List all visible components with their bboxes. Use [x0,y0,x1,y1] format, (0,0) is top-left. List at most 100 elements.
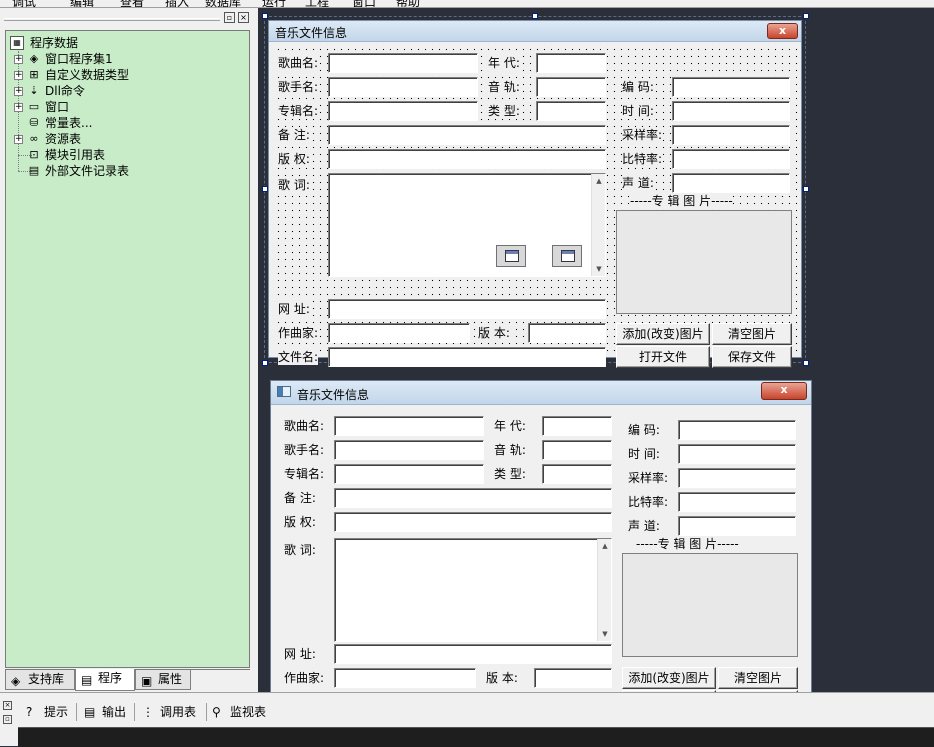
menu-item-insert[interactable]: 插入 [165,0,189,7]
tab-watch[interactable]: ⚲ 监视表 [208,701,266,723]
bitrate-field[interactable] [672,149,790,169]
channel-field[interactable] [672,173,790,193]
expand-icon[interactable]: + [14,71,23,80]
menu-item-database[interactable]: 数据库 [205,0,241,7]
label-channel: 声 道: [622,175,654,191]
composer-field[interactable] [328,323,470,343]
window-icon: ▭ [28,100,40,113]
version-field[interactable] [528,323,606,343]
scroll-down-icon[interactable]: ▼ [598,627,612,641]
composer-field[interactable] [334,668,476,688]
menu-item-debug[interactable]: 调试 [12,0,36,7]
menu-item-edit[interactable]: 编辑 [70,0,94,7]
designer-titlebar[interactable]: 音乐文件信息 x [269,21,801,42]
genre-field[interactable] [536,101,606,121]
url-field[interactable] [328,299,606,319]
constants-icon: ⛁ [29,116,39,129]
resize-handle[interactable] [803,186,809,192]
save-file-button[interactable]: 保存文件 [712,346,792,368]
label-album: 专辑名: [284,466,325,482]
close-icon[interactable]: × [238,12,249,23]
song-field[interactable] [334,416,484,436]
restore-icon[interactable]: ▫ [224,12,235,23]
close-icon[interactable]: x [761,382,807,400]
track-field[interactable] [542,440,612,460]
track-field[interactable] [536,77,606,97]
expand-icon[interactable]: + [14,103,23,112]
type-icon: ⊞ [29,68,39,81]
tab-hints[interactable]: ? 提示 [22,701,68,723]
genre-field[interactable] [542,464,612,484]
album-art-box[interactable] [622,553,798,657]
scroll-up-icon[interactable]: ▲ [592,174,606,188]
copyright-field[interactable] [328,149,606,169]
samplerate-field[interactable] [672,125,790,145]
menu-item-view[interactable]: 查看 [120,0,144,7]
tab-output[interactable]: ▤ 输出 [80,701,126,723]
preview-window: 音乐文件信息 x 歌曲名: 年 代: 歌手名: 音 轨: 专辑名: 类 型: 备… [270,380,812,726]
library-icon: ◈ [11,674,21,688]
tab-properties[interactable]: ▣ 属性 [135,670,191,690]
time-field[interactable] [678,444,796,464]
tab-program[interactable]: ▤ 程序 [75,669,135,691]
artist-field[interactable] [334,440,484,460]
filename-field[interactable] [328,347,606,367]
clear-image-button[interactable]: 清空图片 [718,667,798,689]
note-field[interactable] [334,488,612,508]
time-field[interactable] [672,101,790,121]
label-song: 歌曲名: [284,418,325,434]
menu-bar: 调试 编辑 查看 插入 数据库 运行 工程 窗口 帮助 [0,0,934,8]
magnifier-icon: ⚲ [212,705,221,719]
copyright-field[interactable] [334,512,612,532]
restore-icon[interactable]: ▫ [3,715,12,724]
scroll-down-icon[interactable]: ▼ [592,262,606,276]
year-field[interactable] [536,53,606,73]
lyrics-scrollbar[interactable]: ▲ ▼ [597,539,611,641]
album-field[interactable] [334,464,484,484]
url-field[interactable] [334,644,612,664]
clear-image-button[interactable]: 清空图片 [712,323,792,345]
album-art-box[interactable] [616,210,792,314]
output-area[interactable] [18,727,934,747]
tab-support-library[interactable]: ◈ 支持库 [5,670,75,690]
version-field[interactable] [534,668,612,688]
encoding-field[interactable] [678,420,796,440]
add-image-button[interactable]: 添加(改变)图片 [622,667,716,689]
resize-handle[interactable] [532,13,538,19]
scroll-up-icon[interactable]: ▲ [598,539,612,553]
resize-handle[interactable] [262,13,268,19]
bitrate-field[interactable] [678,492,796,512]
resize-handle[interactable] [803,13,809,19]
close-icon[interactable]: x [767,23,798,39]
dialog-control-icon[interactable] [496,245,526,267]
album-field[interactable] [328,101,478,121]
menu-item-project[interactable]: 工程 [305,0,329,7]
expand-icon[interactable]: + [14,135,23,144]
close-icon[interactable]: × [3,701,12,710]
year-field[interactable] [542,416,612,436]
tab-label: 输出 [102,705,127,719]
panel-grip[interactable] [4,18,220,21]
lyrics-memo[interactable]: ▲ ▼ [334,538,612,642]
expand-icon[interactable]: + [14,55,23,64]
channel-field[interactable] [678,516,796,536]
artist-field[interactable] [328,77,478,97]
samplerate-field[interactable] [678,468,796,488]
expand-icon[interactable]: + [14,87,23,96]
open-file-button[interactable]: 打开文件 [616,346,710,368]
song-field[interactable] [328,53,478,73]
lyrics-scrollbar[interactable]: ▲ ▼ [591,174,605,276]
resize-handle[interactable] [803,360,809,366]
resize-handle[interactable] [262,360,268,366]
menu-item-help[interactable]: 帮助 [396,0,420,7]
menu-item-window[interactable]: 窗口 [352,0,376,7]
encoding-field[interactable] [672,77,790,97]
label-lyrics: 歌 词: [284,542,316,558]
tab-call-stack[interactable]: ⋮ 调用表 [138,701,196,723]
add-image-button[interactable]: 添加(改变)图片 [616,323,710,345]
preview-titlebar[interactable]: 音乐文件信息 x [271,381,811,405]
tree-root-label: 程序数据 [30,36,79,50]
note-field[interactable] [328,125,606,145]
menu-item-run[interactable]: 运行 [262,0,286,7]
dialog-control-icon[interactable] [552,245,582,267]
